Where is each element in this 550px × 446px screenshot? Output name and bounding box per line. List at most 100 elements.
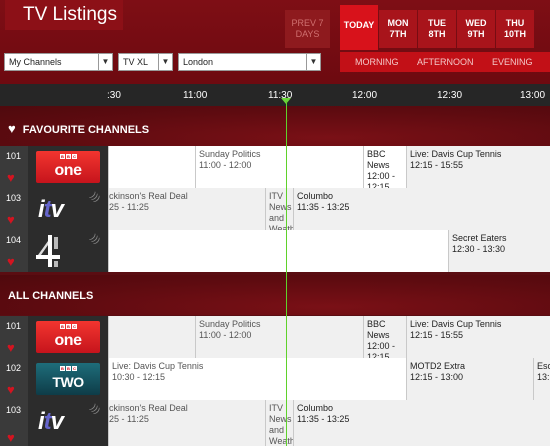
programme-slot[interactable]: BBC News 12:00 - 12:15 [363,146,406,188]
tab-mon[interactable]: MON 7TH [379,10,417,48]
programme-slot[interactable] [108,146,195,188]
channel-number: 103 ♥ [0,400,28,446]
channel-logo-itv[interactable]: itv ))) [28,188,108,230]
heart-icon: ♥ [8,121,16,136]
programme-time: 12:00 - 12:15 [367,341,396,358]
tab-thu[interactable]: THU 10TH [496,10,534,48]
page-title: TV Listings [5,0,123,30]
favourite-heart-icon[interactable]: ♥ [7,430,15,445]
favourite-heart-icon[interactable]: ♥ [7,170,15,185]
daypart-morning[interactable]: MORNING [355,57,399,67]
programme-time: 13: [537,372,550,382]
time-tick: 12:00 [352,90,378,101]
bbc-one-word: one [54,162,82,179]
programme-slot[interactable]: Live: Davis Cup Tennis 12:15 - 15:55 [406,316,550,358]
programme-title: BBC News [367,319,390,340]
tab-tue[interactable]: TUE 8TH [418,10,456,48]
channel-logo-channel-4[interactable]: ))) [28,230,108,272]
programme-slot[interactable]: Secret Eaters 12:30 - 13:30 [448,230,550,272]
programme-time: 12:15 - 15:55 [410,160,464,170]
itv-logo: itv [38,408,64,435]
bbc-blocks: BBC [60,154,77,159]
prev-label-line2: DAYS [295,29,320,39]
programme-slot[interactable]: MOTD2 Extra 12:15 - 13:00 [406,358,533,400]
section-title: FAVOURITE CHANNELS [22,124,150,136]
programme-slot[interactable]: Sunday Politics 11:00 - 12:00 [195,146,363,188]
channel-number-text: 102 [6,363,22,373]
favourite-channels-heading: ♥ FAVOURITE CHANNELS [0,106,550,146]
tab-today[interactable]: TODAY [340,5,378,50]
programme-time: 12:00 - 12:15 [367,171,396,188]
programme-slot[interactable]: BBC News 12:00 - 12:15 [363,316,406,358]
channel-logo-bbc-one[interactable]: BBC one [28,316,108,358]
bbc-one-word: one [54,332,82,349]
time-tick: 13:00 [520,90,546,101]
programme-slot[interactable]: Esc 13: [533,358,550,400]
prev-7-days-button[interactable]: PREV 7 DAYS [285,10,330,48]
channel-row-itv: 103 ♥ itv ))) ckinson's Real Deal 25 - 1… [0,188,550,230]
programme-slot[interactable]: Columbo 11:35 - 13:25 [293,400,550,446]
tab-day-label: TUE [428,18,446,28]
channel-logo-bbc-one[interactable]: BBC one [28,146,108,188]
region-select[interactable]: London ▼ [178,53,321,71]
time-tick: 11:00 [183,90,208,101]
programme-time: 12:15 - 15:55 [410,330,464,340]
programme-time: 11:35 - 13:25 [297,414,350,424]
tab-today-label: TODAY [343,20,375,30]
programme-title: Esc [537,361,550,371]
favourite-heart-icon[interactable]: ♥ [7,212,15,227]
programme-slot[interactable]: ckinson's Real Deal 25 - 11:25 [108,188,265,230]
bbc-two-logo: BBC TWO [36,363,100,395]
section-title: ALL CHANNELS [8,290,94,302]
itv-logo: itv [38,196,64,223]
tab-date-label: 9TH [467,29,485,39]
programme-slot[interactable]: Live: Davis Cup Tennis 10:30 - 12:15 [108,358,406,400]
channel-row-bbc-one: 101 ♥ BBC one Sunday Politics 11:00 - 12… [0,316,550,358]
programme-slot[interactable]: ckinson's Real Deal 25 - 11:25 [108,400,265,446]
programme-title: ITV News and Weath [269,191,293,230]
channel-4-logo [36,235,60,267]
channel-row-bbc-two: 102 ♥ BBC TWO Live: Davis Cup Tennis 10:… [0,358,550,400]
broadcast-signal-icon: ))) [88,190,103,204]
programme-time: 25 - 11:25 [109,414,149,424]
programme-title: ckinson's Real Deal [109,191,188,201]
channel-number-text: 103 [6,193,22,203]
programme-title: MOTD2 Extra [410,361,466,371]
programme-title: Sunday Politics [199,149,261,159]
programme-slot[interactable]: Live: Davis Cup Tennis 12:15 - 15:55 [406,146,550,188]
programme-time: 11:35 - 13:25 [297,202,350,212]
programme-title: Columbo [297,403,334,413]
time-tick: :30 [107,90,121,101]
tab-date-label: 7TH [389,29,407,39]
daypart-afternoon[interactable]: AFTERNOON [417,57,474,67]
programme-title: BBC News [367,149,390,170]
favourite-heart-icon[interactable]: ♥ [7,254,15,269]
programme-slot[interactable]: Columbo 11:35 - 13:25 [293,188,550,230]
channel-logo-itv[interactable]: itv ))) [28,400,108,446]
favourite-heart-icon[interactable]: ♥ [7,340,15,355]
daypart-evening[interactable]: EVENING [492,57,533,67]
time-bar[interactable]: :30 11:00 11:30 12:00 12:30 13:00 [0,84,550,106]
prev-label-line1: PREV 7 [291,18,324,28]
programme-time: 12:15 - 13:00 [410,372,464,382]
channels-select[interactable]: My Channels ▼ [4,53,113,71]
channel-logo-bbc-two[interactable]: BBC TWO [28,358,108,400]
programme-slot[interactable] [108,230,448,272]
bbc-blocks: BBC [60,366,77,371]
region-select-value: London [183,57,214,67]
programme-title: Sunday Politics [199,319,261,329]
tab-wed[interactable]: WED 9TH [457,10,495,48]
programme-slot[interactable]: ITV News and Weath [265,188,293,230]
bbc-two-word: TWO [52,374,84,390]
channel-number-text: 103 [6,405,22,415]
channels-select-value: My Channels [9,57,62,67]
channel-number: 104 ♥ [0,230,28,272]
time-tick: 12:30 [437,90,463,101]
programme-slot[interactable] [108,316,195,358]
favourite-heart-icon[interactable]: ♥ [7,382,15,397]
channel-number-text: 101 [6,151,22,161]
programme-slot[interactable]: ITV News and Weath [265,400,293,446]
package-select[interactable]: TV XL ▼ [118,53,173,71]
programme-slot[interactable]: Sunday Politics 11:00 - 12:00 [195,316,363,358]
channel-number-text: 101 [6,321,22,331]
